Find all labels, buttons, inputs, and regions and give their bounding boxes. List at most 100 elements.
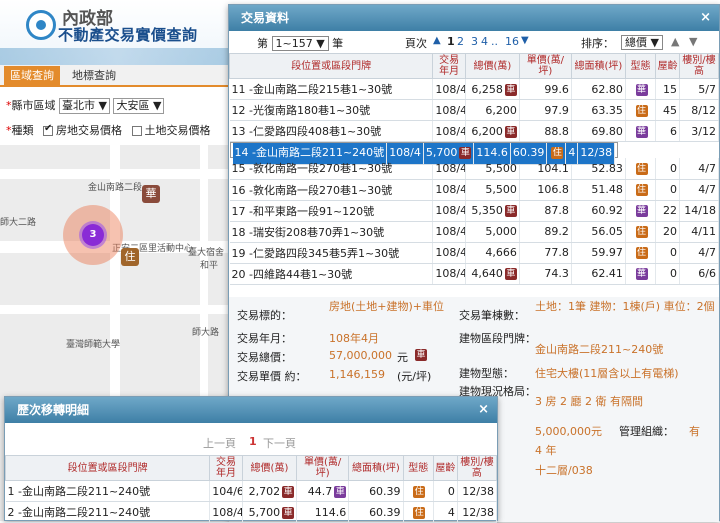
map-road — [0, 305, 235, 314]
building-type-icon: 住 — [635, 104, 648, 117]
table-row[interactable]: 14 -金山南路二段211~240號 108/4 5,700 車 114.6 60.39 住… — [229, 142, 619, 165]
table-row[interactable]: 19 -仁愛路四段345巷5弄1~30號 108/4 4,666 77.8 59.97 住… — [229, 242, 720, 264]
col-header-date[interactable]: 交易年月 — [432, 53, 466, 79]
sort-select[interactable]: 總價 ▼ — [621, 35, 663, 50]
row-date: 108/4 — [432, 78, 466, 100]
parking-badge-icon: 車 — [504, 205, 517, 217]
building-type-icon: 住 — [413, 485, 426, 498]
page-link-3[interactable]: 3 — [471, 35, 478, 48]
record-range: 第 1~157 ▼ 筆 — [257, 36, 344, 51]
row-floor: 12/38 — [457, 501, 498, 523]
row-date: 108/4 — [432, 200, 466, 222]
row-address: 12 -光復南路180巷1~30號 — [229, 99, 434, 121]
map-label-street-2: 師大路 — [192, 328, 220, 338]
house-price-checkbox[interactable] — [43, 123, 53, 136]
map-pin-hua[interactable]: 華 — [142, 185, 160, 203]
table-row[interactable]: 11 -金山南路二段215巷1~30號 108/4 6,258 車 99.6 62.80 華… — [229, 78, 720, 100]
col-header-type[interactable]: 型態 — [624, 53, 657, 79]
page-link-16[interactable]: 16 — [505, 35, 519, 48]
record-range-select[interactable]: 1~157 ▼ — [271, 36, 329, 51]
close-icon[interactable]: × — [478, 397, 489, 423]
next-page-icon[interactable]: ▼ — [521, 35, 529, 46]
row-floor: 4/7 — [679, 242, 720, 264]
city-select[interactable]: 臺北市 ▼ — [59, 98, 110, 114]
row-date: 104/6 — [209, 480, 243, 502]
row-total: 2,702 車 — [242, 480, 298, 502]
col-header-total[interactable]: 總價(萬) — [464, 53, 520, 79]
row-unit-price: 89.2 — [519, 221, 572, 243]
parking-badge-icon: 車 — [334, 485, 347, 498]
header-banner — [0, 48, 235, 65]
district-select[interactable]: 大安區 ▼ — [113, 98, 165, 114]
page-link-4[interactable]: 4 — [481, 35, 488, 48]
building-type-value: 住宅大樓(11層含以上有電梯) — [535, 367, 679, 380]
hist-col-total: 總價(萬) — [241, 455, 298, 481]
table-row[interactable]: 18 -瑞安街208巷70弄1~30號 108/4 5,000 89.2 56.05 住 2… — [229, 221, 720, 243]
page-link-2[interactable]: 2 — [457, 35, 464, 48]
col-header-floor[interactable]: 樓別/樓高 — [678, 53, 720, 79]
col-header-address[interactable]: 段位置或區段門牌 — [228, 53, 434, 79]
management-value: 有 — [689, 425, 700, 438]
table-row[interactable]: 2 -金山南路二段211~240號 108/4 5,700 車 114.6 60.39 住 4… — [5, 501, 498, 523]
tab-landmark-query[interactable]: 地標查詢 — [66, 66, 122, 86]
tab-region-query[interactable]: 區域查詢 — [4, 66, 60, 86]
building-age-value: 4 年 — [535, 444, 557, 457]
row-age: 0 — [655, 179, 680, 201]
target-label: 交易標的： — [237, 309, 292, 322]
row-floor: 14/18 — [679, 200, 720, 222]
row-age: 22 — [655, 200, 680, 222]
close-icon[interactable]: × — [700, 5, 711, 31]
history-next-page[interactable]: 下一頁 — [263, 435, 296, 451]
ministry-logo-icon — [26, 10, 56, 40]
row-floor: 12/38 — [457, 480, 498, 502]
row-type: 住 — [625, 158, 657, 180]
ym-label: 交易年月： — [237, 332, 292, 345]
city-filter-label: 縣市區域 — [11, 99, 56, 112]
map-cluster-marker[interactable]: 3 — [63, 205, 123, 265]
table-row[interactable]: 12 -光復南路180巷1~30號 108/4 6,200 97.9 63.35 住 45 8… — [229, 99, 720, 121]
row-area: 59.97 — [571, 242, 626, 264]
map-label-street: 師大二路 — [0, 218, 37, 228]
hist-col-unit: 單價(萬/坪) — [296, 455, 350, 481]
transaction-panel-header: 交易資料 × — [229, 5, 719, 31]
row-area: 51.48 — [571, 179, 626, 201]
transaction-pager: 第 1~157 ▼ 筆 頁次 ▲ 1 2 3 4 .. 16 ▼ 排序： 總價 … — [229, 31, 719, 53]
row-total: 5,700 車 — [242, 501, 298, 523]
row-area: 56.05 — [571, 221, 626, 243]
layout-value: 3 房 2 廳 2 衛 有隔間 — [535, 395, 643, 408]
row-age: 0 — [655, 158, 680, 180]
row-floor: 4/7 — [679, 158, 720, 180]
col-header-age[interactable]: 屋齡 — [655, 53, 680, 79]
row-address: 16 -敦化南路一段270巷1~30號 — [229, 179, 434, 201]
row-total: 4,640 車 — [465, 263, 520, 285]
building-type-icon: 住 — [635, 162, 648, 175]
type-filter-row: *種類 房地交易價格 土地交易價格 — [6, 122, 211, 138]
table-row[interactable]: 16 -敦化南路一段270巷1~30號 108/4 5,500 106.8 51.48 住… — [229, 179, 720, 201]
prev-page-icon[interactable]: ▲ — [433, 35, 441, 46]
floor-value: 十二層/038 — [535, 464, 593, 477]
col-header-unit[interactable]: 單價(萬/坪) — [518, 53, 572, 79]
col-header-area[interactable]: 總面積(坪) — [570, 53, 626, 79]
row-area: 60.92 — [571, 200, 626, 222]
sort-desc-icon[interactable]: ▼ — [689, 35, 697, 48]
table-row[interactable]: 1 -金山南路二段211~240號 104/6 2,702 車 44.7 車 60.39 住 0… — [5, 480, 498, 502]
sort-asc-icon[interactable]: ▲ — [671, 35, 679, 48]
row-area: 69.80 — [571, 120, 626, 142]
table-row[interactable]: 17 -和平東路一段91~120號 108/4 5,350 車 87.8 60.92 華 22… — [229, 200, 720, 222]
page-link-1[interactable]: 1 — [447, 35, 455, 48]
land-price-checkbox[interactable] — [131, 126, 142, 136]
total-unit: 元 — [397, 351, 408, 364]
count-label: 交易筆棟數： — [459, 309, 525, 322]
row-area: 60.39 — [348, 480, 404, 502]
map-pin-zhu[interactable]: 住 — [121, 248, 139, 266]
table-row[interactable]: 13 -仁愛路四段408巷1~30號 108/4 6,200 車 88.8 69.80 華 6… — [229, 120, 720, 142]
history-table: 段位置或區段門牌 交易年月 總價(萬) 單價(萬/坪) 總面積(坪) 型態 屋齡… — [4, 455, 498, 523]
history-prev-page[interactable]: 上一頁 — [203, 435, 236, 451]
row-date: 108/4 — [386, 143, 424, 165]
row-age: 6 — [655, 120, 680, 142]
building-type-icon: 華 — [635, 268, 648, 280]
table-row[interactable]: 20 -四維路44巷1~30號 108/4 4,640 車 74.3 62.41 華 0 6/6 — [229, 263, 720, 285]
history-pager: 上一頁 1 下一頁 — [5, 423, 497, 455]
house-price-label: 房地交易價格 — [56, 124, 122, 137]
row-floor: 4/11 — [679, 221, 720, 243]
